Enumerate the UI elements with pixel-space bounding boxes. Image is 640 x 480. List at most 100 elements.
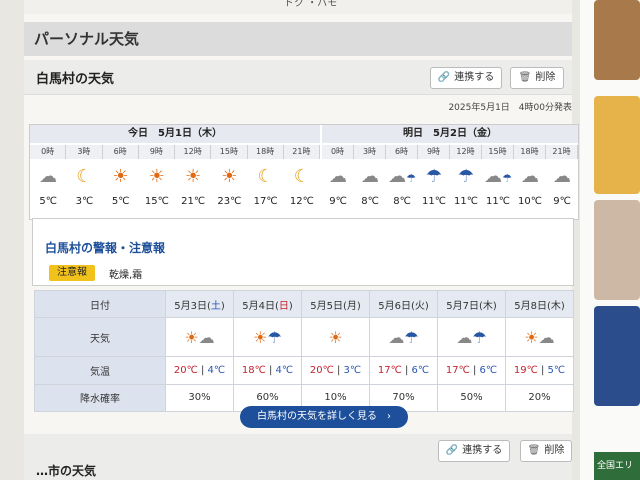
row-label-precip: 降水確率	[34, 383, 166, 413]
tomorrow-temp-6: 10℃	[518, 196, 542, 207]
today-temp-6: 17℃	[253, 196, 278, 207]
sun-rain-icon: ☀☂	[233, 317, 302, 358]
tomorrow-header: 明日 5月2日（金）	[322, 125, 578, 143]
tomorrow-hour-6: 18時	[514, 145, 546, 159]
sun-icon: ☀	[148, 166, 165, 187]
weekly-date-3: 5月6日(火)	[369, 289, 438, 319]
row-label-date: 日付	[34, 289, 166, 319]
moon-cloud-icon: ☁	[553, 166, 571, 187]
delete-button[interactable]: 🗑 削除	[510, 67, 564, 89]
weekly-date-5: 5月8日(木)	[505, 289, 574, 319]
weekly-forecast-table: 日付 5月3日(土) 5月4日(日) 5月5日(月) 5月6日(火) 5月7日(…	[34, 289, 574, 413]
tomorrow-hour-0: 0時	[322, 145, 354, 159]
location-header: 白馬村の天気 🔗 連携する 🗑 削除	[24, 60, 572, 95]
product-sweater-image[interactable]	[594, 96, 640, 194]
weekly-row-weather: 天気 ☀☁ ☀☂ ☀ ☁☂ ☁☂ ☀☁	[34, 317, 574, 358]
today-hour-3: 9時	[138, 145, 175, 159]
sun-icon: ☀	[112, 166, 129, 187]
tomorrow-hour-7: 21時	[546, 145, 578, 159]
today-hour-7: 21時	[283, 145, 320, 159]
tomorrow-temp-4: 11℃	[454, 196, 478, 207]
umbrella-icon: ☂	[425, 166, 443, 187]
sun-cloud-icon: ☀☁	[505, 317, 574, 358]
row-label-weather: 天気	[34, 317, 166, 358]
location-title: 白馬村の天気	[36, 72, 115, 87]
sidebar-footer-label: 全国エリ	[594, 452, 640, 480]
delete-button-2[interactable]: 🗑 削除	[520, 440, 572, 462]
weekly-row-date: 日付 5月3日(土) 5月4日(日) 5月5日(月) 5月6日(火) 5月7日(…	[34, 289, 574, 319]
today-temp-3: 15℃	[144, 196, 169, 207]
weekly-date-0: 5月3日(土)	[165, 289, 234, 319]
weekly-temp-0: 20℃ | 4℃	[165, 356, 234, 385]
section-title: パーソナル天気	[24, 22, 572, 56]
tomorrow-temp-1: 8℃	[361, 196, 379, 207]
moon-icon: ☾	[76, 166, 93, 187]
advisory-text: 乾燥,霜	[109, 270, 143, 281]
today-temp-1: 3℃	[75, 196, 94, 207]
link-button-label: 連携する	[454, 72, 495, 83]
delete-button-label: 削除	[535, 72, 556, 83]
weekly-precip-5: 20%	[505, 383, 574, 413]
cloud-rain-icon: ☁☂	[437, 317, 506, 358]
cloud-icon: ☁	[329, 166, 347, 187]
today-hour-5: 15時	[211, 145, 248, 159]
link-button-2-label: 連携する	[462, 445, 503, 456]
weekly-row-temp: 気温 20℃ | 4℃ 18℃ | 4℃ 20℃ | 3℃ 17℃ | 6℃ 1…	[34, 356, 574, 385]
link-button-2[interactable]: 🔗 連携する	[438, 440, 510, 462]
weekly-date-1: 5月4日(日)	[233, 289, 302, 319]
tomorrow-temp-7: 9℃	[553, 196, 571, 207]
hourly-forecast: 今日 5月1日（木） 明日 5月2日（金） 0時 3時 6時 9時 12時 15時 18時 2…	[29, 124, 579, 220]
sun-icon: ☀	[221, 166, 238, 187]
weekly-temp-1: 18℃ | 4℃	[233, 356, 302, 385]
weekly-date-4: 5月7日(木)	[437, 289, 506, 319]
product-slippers-image[interactable]	[594, 0, 640, 80]
tomorrow-hour-5: 15時	[482, 145, 514, 159]
today-temp-5: 23℃	[217, 196, 242, 207]
link-icon: 🔗	[445, 445, 459, 456]
tomorrow-hour-4: 12時	[450, 145, 482, 159]
detail-forecast-button[interactable]: 白馬村の天気を詳しく見る ›	[240, 406, 408, 428]
cloud-rain-icon: ☁☂	[369, 317, 438, 358]
tomorrow-hour-1: 3時	[354, 145, 386, 159]
tomorrow-temp-5: 11℃	[486, 196, 510, 207]
trash-icon: 🗑	[527, 445, 541, 456]
delete-button-2-label: 削除	[544, 445, 565, 456]
product-shirt-image[interactable]	[594, 306, 640, 406]
tomorrow-hour-3: 9時	[418, 145, 450, 159]
tomorrow-temp-0: 9℃	[329, 196, 347, 207]
today-temp-2: 5℃	[111, 196, 130, 207]
main-column: ドク ・ハモ パーソナル天気 白馬村の天気 🔗 連携する 🗑 削除 2025年5月1…	[24, 0, 579, 480]
link-icon: 🔗	[437, 72, 451, 83]
today-hour-6: 18時	[247, 145, 284, 159]
sun-cloud-icon: ☀☁	[165, 317, 234, 358]
today-hour-1: 3時	[66, 145, 103, 159]
today-temp-7: 12℃	[289, 196, 314, 207]
today-hour-4: 12時	[175, 145, 212, 159]
cloud-icon: ☁	[361, 166, 379, 187]
weekly-temp-4: 17℃ | 6℃	[437, 356, 506, 385]
today-temp-4: 21℃	[181, 196, 206, 207]
weekly-precip-0: 30%	[165, 383, 234, 413]
tomorrow-hour-2: 6時	[386, 145, 418, 159]
weekly-temp-3: 17℃ | 6℃	[369, 356, 438, 385]
today-hour-2: 6時	[102, 145, 139, 159]
weekly-temp-5: 19℃ | 5℃	[505, 356, 574, 385]
cloud-rain-icon: ☁☂	[388, 166, 416, 187]
advisory-badge: 注意報	[49, 265, 95, 281]
cloud-rain-icon: ☁☂	[484, 166, 512, 187]
moon-icon: ☾	[257, 166, 274, 187]
cloud-icon: ☁	[521, 166, 539, 187]
warning-panel: 白馬村の警報・注意報 注意報 乾燥,霜	[32, 218, 574, 286]
next-location-title: …市の天気	[36, 464, 97, 478]
row-label-temp: 気温	[34, 356, 166, 385]
next-location-header: 🔗 連携する 🗑 削除 …市の天気	[24, 434, 572, 480]
today-header: 今日 5月1日（木）	[30, 125, 320, 143]
published-time: 2025年5月1日 4時00分発表	[448, 103, 572, 113]
sun-icon: ☀	[301, 317, 370, 358]
tomorrow-temp-2: 8℃	[393, 196, 411, 207]
product-jacket-image[interactable]	[594, 200, 640, 300]
link-button[interactable]: 🔗 連携する	[430, 67, 502, 89]
product-sidebar: 全国エリ	[580, 0, 640, 480]
moon-icon: ☾	[293, 166, 310, 187]
warning-title: 白馬村の警報・注意報	[45, 241, 166, 255]
